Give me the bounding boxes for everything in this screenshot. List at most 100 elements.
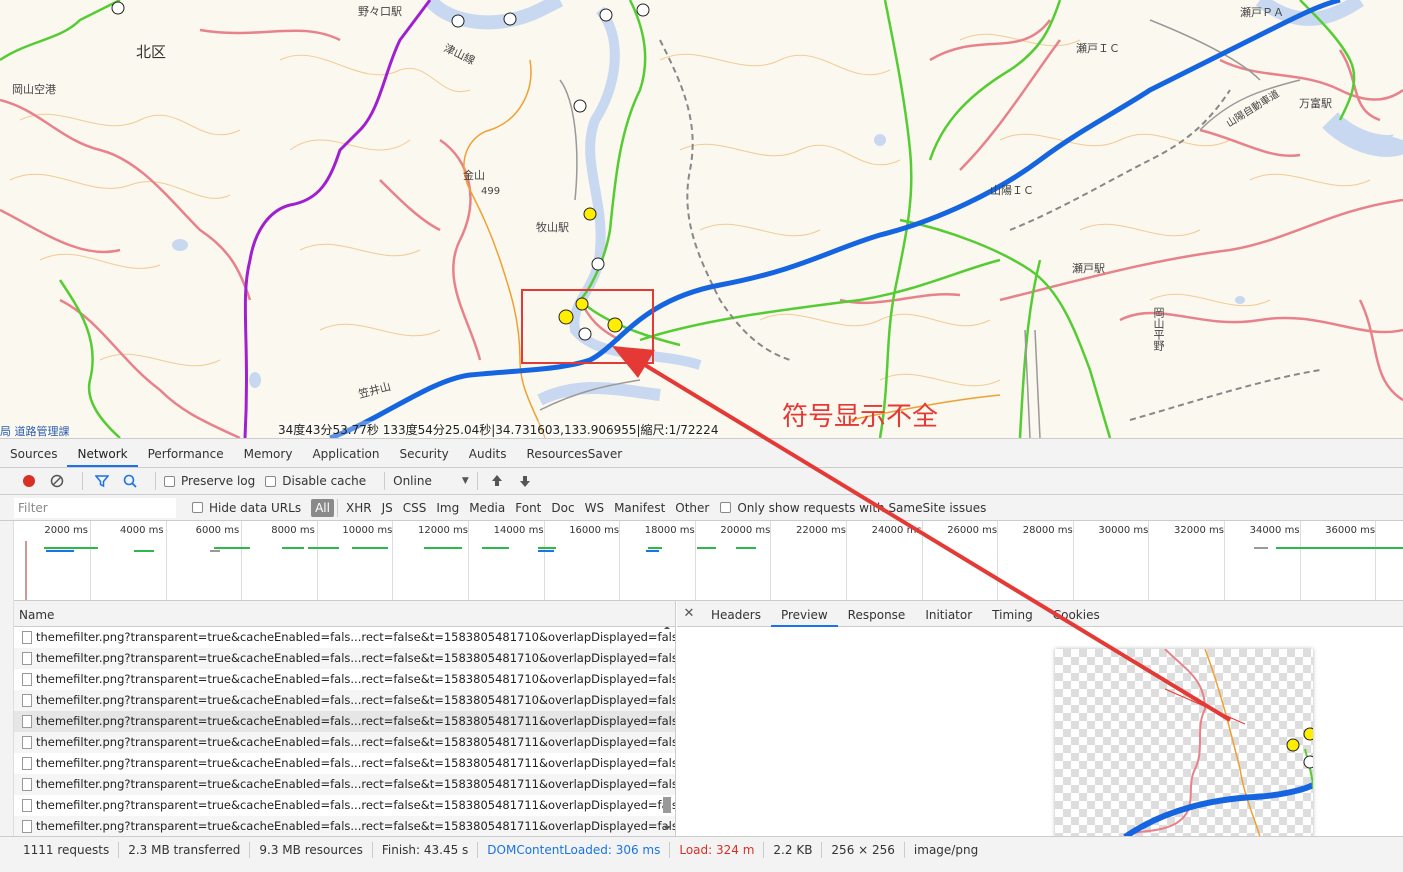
throttling-value: Online bbox=[393, 474, 432, 488]
detail-tab-timing[interactable]: Timing bbox=[982, 601, 1043, 627]
map-label-okayama-heiya: 岡山平野 bbox=[1152, 307, 1165, 351]
map-label-seto-pa: 瀬戸ＰＡ bbox=[1240, 6, 1284, 19]
left-gutter bbox=[0, 495, 14, 872]
filter-input[interactable] bbox=[14, 497, 176, 518]
file-icon bbox=[22, 694, 32, 707]
request-name: themefilter.png?transparent=true&cacheEn… bbox=[36, 651, 675, 665]
file-icon bbox=[22, 631, 32, 644]
type-filter-js[interactable]: JS bbox=[377, 499, 398, 517]
type-filter-manifest[interactable]: Manifest bbox=[609, 499, 670, 517]
file-icon bbox=[22, 778, 32, 791]
search-button[interactable] bbox=[119, 471, 141, 491]
disable-cache-checkbox[interactable]: Disable cache bbox=[265, 474, 366, 488]
detail-tab-headers[interactable]: Headers bbox=[701, 601, 771, 627]
status-load: Load: 324 m bbox=[670, 841, 765, 858]
close-icon[interactable]: ✕ bbox=[677, 606, 701, 621]
tab-security[interactable]: Security bbox=[390, 439, 459, 467]
request-name: themefilter.png?transparent=true&cacheEn… bbox=[36, 693, 675, 707]
status-request-count: 1111 requests bbox=[14, 841, 120, 858]
samesite-label: Only show requests with SameSite issues bbox=[737, 500, 987, 515]
clear-button[interactable] bbox=[46, 471, 68, 491]
map-label-makiyama-station: 牧山駅 bbox=[536, 221, 569, 234]
map-canvas[interactable]: 北区 野々口駅 津山線 岡山空港 金山 499 牧山駅 瀬戸ＩＣ 瀬戸ＰＡ 山陽… bbox=[0, 0, 1403, 438]
table-row[interactable]: themefilter.png?transparent=true&cacheEn… bbox=[14, 690, 675, 711]
import-har-button[interactable] bbox=[486, 471, 508, 491]
checkbox-box bbox=[164, 475, 175, 487]
type-filter-ws[interactable]: WS bbox=[580, 499, 609, 517]
table-row[interactable]: themefilter.png?transparent=true&cacheEn… bbox=[14, 669, 675, 690]
toolbar-separator bbox=[155, 472, 156, 490]
file-icon bbox=[22, 757, 32, 770]
toolbar-separator bbox=[476, 472, 478, 490]
table-row[interactable]: themefilter.png?transparent=true&cacheEn… bbox=[14, 753, 675, 774]
type-filter-xhr[interactable]: XHR bbox=[341, 499, 377, 517]
map-coordinate-readout: 34度43分53.77秒 133度54分25.04秒|34.731603,133… bbox=[278, 421, 719, 438]
map-label-mantomi-station: 万富駅 bbox=[1299, 97, 1332, 110]
tab-resourcessaver[interactable]: ResourcesSaver bbox=[517, 439, 633, 467]
network-toolbar: Preserve log Disable cache Online ▼ bbox=[0, 468, 1403, 495]
detail-tab-cookies[interactable]: Cookies bbox=[1043, 601, 1110, 627]
samesite-checkbox[interactable]: Only show requests with SameSite issues bbox=[720, 501, 986, 515]
status-domcontentloaded: DOMContentLoaded: 306 ms bbox=[478, 841, 671, 858]
map-label-okayama-airport: 岡山空港 bbox=[12, 83, 56, 96]
table-row[interactable]: themefilter.png?transparent=true&cacheEn… bbox=[14, 816, 675, 836]
request-name: themefilter.png?transparent=true&cacheEn… bbox=[36, 756, 675, 770]
tab-application[interactable]: Application bbox=[302, 439, 389, 467]
request-name: themefilter.png?transparent=true&cacheEn… bbox=[36, 630, 675, 644]
record-button[interactable] bbox=[18, 471, 40, 491]
type-filter-all[interactable]: All bbox=[311, 498, 334, 517]
request-name: themefilter.png?transparent=true&cacheEn… bbox=[36, 735, 675, 749]
table-row[interactable]: themefilter.png?transparent=true&cacheEn… bbox=[14, 732, 675, 753]
detail-tab-response[interactable]: Response bbox=[838, 601, 916, 627]
clear-icon bbox=[50, 474, 64, 488]
checkbox-box bbox=[192, 502, 203, 513]
bottom-edge bbox=[0, 862, 1403, 872]
column-header-name[interactable]: Name bbox=[14, 601, 675, 627]
table-row[interactable]: themefilter.png?transparent=true&cacheEn… bbox=[14, 648, 675, 669]
checkbox-box bbox=[720, 502, 732, 513]
type-filter-font[interactable]: Font bbox=[510, 499, 546, 517]
map-label-sanyo-ic: 山陽ＩＣ bbox=[990, 184, 1034, 197]
preserve-log-checkbox[interactable]: Preserve log bbox=[164, 474, 255, 488]
request-name: themefilter.png?transparent=true&cacheEn… bbox=[36, 819, 675, 833]
table-row[interactable]: themefilter.png?transparent=true&cacheEn… bbox=[14, 711, 675, 732]
hide-data-urls-label: Hide data URLs bbox=[209, 500, 302, 515]
map-label-seto-station: 瀬戸駅 bbox=[1072, 262, 1105, 275]
tab-memory[interactable]: Memory bbox=[234, 439, 303, 467]
map-label-seto-ic: 瀬戸ＩＣ bbox=[1076, 42, 1120, 55]
network-overview-timeline[interactable]: 2000 ms 4000 ms 6000 ms 8000 ms 10000 ms 1200… bbox=[14, 521, 1403, 601]
export-har-button[interactable] bbox=[514, 471, 536, 491]
annotation-text: 符号显示不全 bbox=[782, 402, 939, 432]
type-filter-css[interactable]: CSS bbox=[398, 499, 432, 517]
filter-toggle-button[interactable] bbox=[91, 471, 113, 491]
map-label-nonokuchi-station: 野々口駅 bbox=[358, 5, 402, 18]
file-icon bbox=[22, 715, 32, 728]
status-resources: 9.3 MB resources bbox=[250, 841, 373, 858]
type-filter-other[interactable]: Other bbox=[670, 499, 714, 517]
table-row[interactable]: themefilter.png?transparent=true&cacheEn… bbox=[14, 774, 675, 795]
detail-tab-preview[interactable]: Preview bbox=[770, 601, 838, 627]
type-filter-media[interactable]: Media bbox=[464, 499, 510, 517]
type-filter-doc[interactable]: Doc bbox=[546, 499, 579, 517]
request-name: themefilter.png?transparent=true&cacheEn… bbox=[36, 777, 675, 791]
file-icon bbox=[22, 820, 32, 833]
filter-icon bbox=[95, 475, 109, 488]
request-list[interactable]: Name themefilter.png?transparent=true&ca… bbox=[14, 601, 676, 836]
hide-data-urls-checkbox[interactable]: Hide data URLs bbox=[192, 501, 301, 515]
table-row[interactable]: themefilter.png?transparent=true&cacheEn… bbox=[14, 627, 675, 648]
map-label-kanayama-elevation: 499 bbox=[481, 186, 501, 197]
tab-performance[interactable]: Performance bbox=[138, 439, 234, 467]
map-label-kita-ku: 北区 bbox=[136, 43, 167, 61]
type-filter-img[interactable]: Img bbox=[431, 499, 464, 517]
table-row[interactable]: themefilter.png?transparent=true&cacheEn… bbox=[14, 795, 675, 816]
devtools-panel: Sources Network Performance Memory Appli… bbox=[0, 438, 1403, 872]
status-mime-type: image/png bbox=[913, 842, 979, 857]
chevron-down-icon: ▼ bbox=[461, 476, 469, 486]
request-list-scrollbar[interactable] bbox=[662, 627, 672, 836]
throttling-select[interactable]: Online ▼ bbox=[393, 474, 469, 488]
detail-tab-initiator[interactable]: Initiator bbox=[915, 601, 982, 627]
tab-network[interactable]: Network bbox=[67, 439, 138, 467]
tab-audits[interactable]: Audits bbox=[459, 439, 517, 467]
status-dimensions: 256 × 256 bbox=[822, 841, 905, 858]
tab-sources[interactable]: Sources bbox=[0, 439, 67, 467]
